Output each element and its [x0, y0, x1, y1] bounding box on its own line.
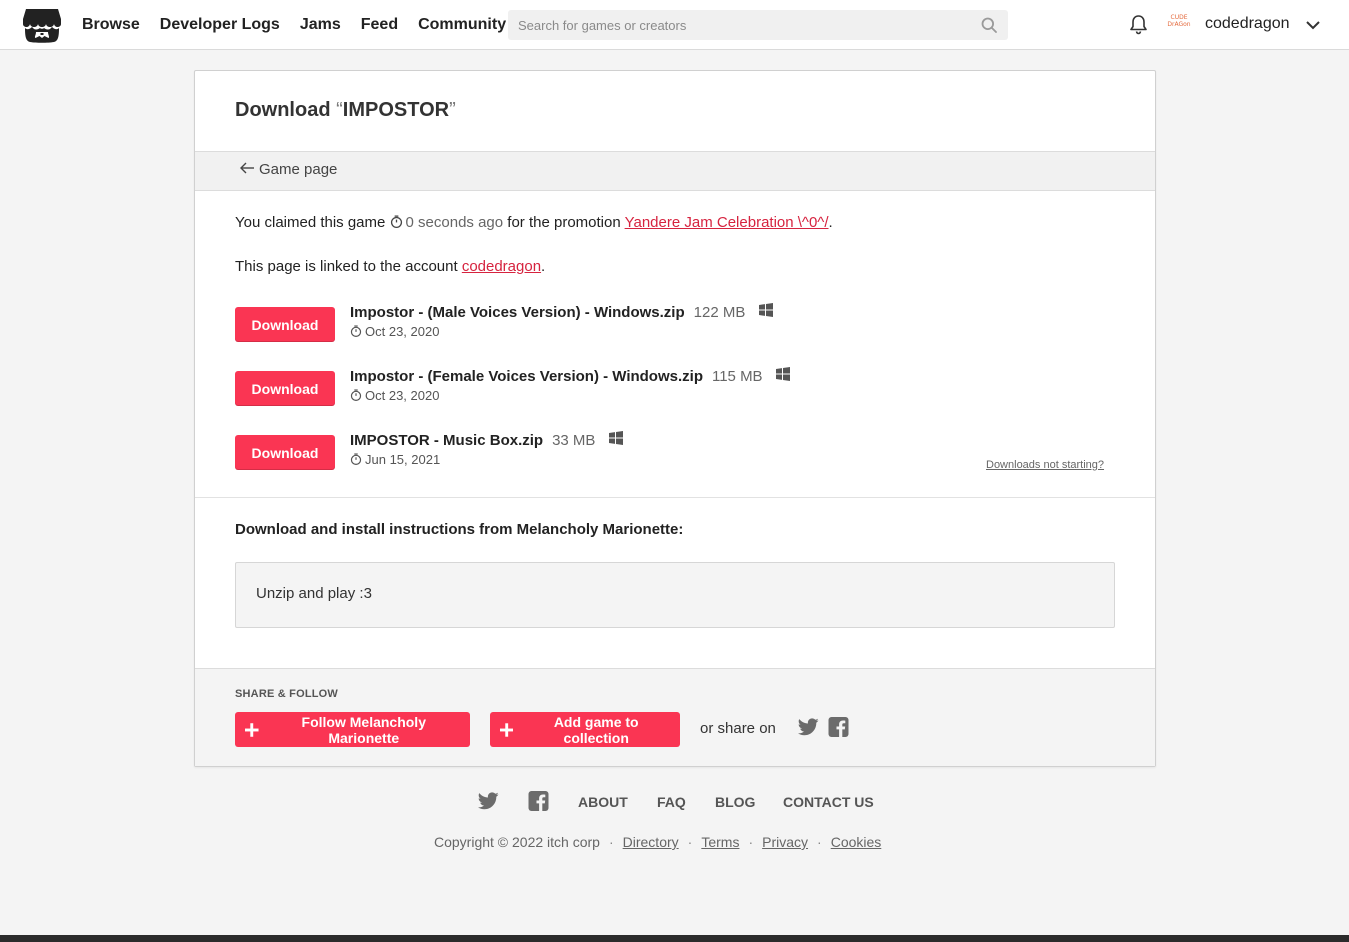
- back-to-game-page-link[interactable]: Game page: [239, 161, 337, 178]
- twitter-icon[interactable]: [478, 792, 499, 810]
- footer-about-link[interactable]: ABOUT: [578, 794, 628, 810]
- file-name: Impostor - (Female Voices Version) - Win…: [350, 367, 790, 385]
- search-input[interactable]: [508, 10, 978, 40]
- linked-text: This page is linked to the account: [235, 258, 458, 275]
- footer-privacy-link[interactable]: Privacy: [762, 834, 808, 850]
- footer-links: ABOUT FAQ BLOG CONTACT US: [0, 790, 1349, 814]
- nav-community[interactable]: Community: [418, 16, 506, 34]
- download-row: Download Impostor - (Male Voices Version…: [235, 303, 1115, 347]
- main-nav: Browse Developer Logs Jams Feed Communit…: [82, 0, 526, 50]
- stopwatch-icon: [390, 215, 402, 228]
- linked-account-link[interactable]: codedragon: [462, 258, 541, 275]
- search-icon[interactable]: [981, 17, 997, 33]
- download-card: Download “IMPOSTOR” Game page You claime…: [194, 70, 1156, 767]
- windows-icon: [608, 431, 623, 445]
- arrow-left-icon: [240, 162, 254, 174]
- claim-end: .: [828, 214, 833, 231]
- separator: ·: [608, 834, 614, 850]
- stopwatch-icon: [350, 325, 362, 337]
- file-name-text: IMPOSTOR - Music Box.zip: [350, 432, 544, 449]
- nav-browse[interactable]: Browse: [82, 16, 140, 34]
- footer-directory-link[interactable]: Directory: [623, 834, 679, 850]
- file-date-text: Oct 23, 2020: [365, 388, 440, 403]
- footer-blog-link[interactable]: BLOG: [715, 794, 755, 810]
- stopwatch-icon: [350, 453, 362, 465]
- plus-icon: [500, 722, 514, 737]
- file-date: Jun 15, 2021: [350, 452, 440, 467]
- user-name[interactable]: codedragon: [1205, 15, 1290, 33]
- footer-copyright: Copyright © 2022 itch corp · Directory · Ter…: [434, 834, 881, 850]
- footer-cookies-link[interactable]: Cookies: [831, 834, 882, 850]
- footer-faq-link[interactable]: FAQ: [657, 794, 686, 810]
- file-name-text: Impostor - (Male Voices Version) - Windo…: [350, 304, 685, 321]
- claim-text: You claimed this game: [235, 214, 386, 231]
- title-open-quote: “: [336, 99, 343, 121]
- download-button[interactable]: Download: [235, 371, 335, 406]
- game-name: IMPOSTOR: [342, 99, 450, 121]
- separator: ·: [687, 834, 693, 850]
- follow-creator-label: Follow Melancholy Marionette: [301, 713, 426, 746]
- nav-feed[interactable]: Feed: [361, 16, 398, 34]
- notifications-bell-icon[interactable]: [1129, 14, 1148, 35]
- file-date: Oct 23, 2020: [350, 324, 439, 339]
- file-name: IMPOSTOR - Music Box.zip 33 MB: [350, 431, 623, 449]
- page-title: Download “IMPOSTOR”: [235, 99, 456, 122]
- bottom-edge-bar: [0, 935, 1349, 942]
- windows-icon: [775, 367, 790, 381]
- chevron-down-icon[interactable]: [1305, 17, 1321, 33]
- download-button[interactable]: Download: [235, 435, 335, 470]
- footer-terms-link[interactable]: Terms: [701, 834, 739, 850]
- claim-notice: You claimed this game 0 seconds ago for …: [235, 214, 833, 231]
- file-name: Impostor - (Male Voices Version) - Windo…: [350, 303, 773, 321]
- file-size: 115 MB: [711, 368, 763, 385]
- file-size: 122 MB: [693, 304, 746, 321]
- download-button[interactable]: Download: [235, 307, 335, 342]
- download-row: Download Impostor - (Female Voices Versi…: [235, 367, 1115, 411]
- separator: ·: [748, 834, 754, 850]
- facebook-icon[interactable]: [528, 791, 549, 811]
- breadcrumb: Game page: [195, 151, 1155, 191]
- windows-icon: [758, 303, 773, 317]
- promotion-link[interactable]: Yandere Jam Celebration \^0^/: [625, 214, 829, 231]
- share-follow-label: SHARE & FOLLOW: [235, 688, 339, 700]
- top-bar: Browse Developer Logs Jams Feed Communit…: [0, 0, 1349, 50]
- section-divider: [195, 497, 1155, 498]
- twitter-icon[interactable]: [798, 718, 819, 736]
- title-close-quote: ”: [449, 99, 456, 121]
- or-share-on-label: or share on: [700, 720, 776, 737]
- add-to-collection-button[interactable]: Add game to collection: [490, 712, 680, 747]
- search-box: [508, 10, 1008, 40]
- footer-contact-link[interactable]: CONTACT US: [783, 794, 874, 810]
- file-size: 33 MB: [552, 432, 596, 449]
- share-follow-section: SHARE & FOLLOW Follow Melancholy Marione…: [195, 668, 1155, 766]
- downloads-not-starting-link[interactable]: Downloads not starting?: [986, 459, 1104, 471]
- instructions-box: Unzip and play :3: [235, 562, 1115, 628]
- download-row: Download IMPOSTOR - Music Box.zip 33 MB J…: [235, 431, 1115, 475]
- linked-account-notice: This page is linked to the account coded…: [235, 258, 545, 275]
- claim-time: 0 seconds ago: [405, 214, 504, 231]
- instructions-title: Download and install instructions from M…: [235, 521, 684, 538]
- file-name-text: Impostor - (Female Voices Version) - Win…: [350, 368, 703, 385]
- nav-developer-logs[interactable]: Developer Logs: [160, 16, 280, 34]
- stopwatch-icon: [350, 389, 362, 401]
- copyright-text: Copyright © 2022 itch corp: [434, 834, 600, 850]
- file-date-text: Oct 23, 2020: [365, 324, 440, 339]
- title-prefix: Download: [235, 99, 337, 121]
- linked-end: .: [541, 258, 546, 275]
- user-avatar[interactable]: CUDE DrAGon: [1166, 14, 1192, 36]
- back-link-label: Game page: [259, 161, 338, 178]
- claim-mid: for the promotion: [507, 214, 621, 231]
- instructions-body: Unzip and play :3: [256, 585, 372, 602]
- follow-creator-button[interactable]: Follow Melancholy Marionette: [235, 712, 470, 747]
- facebook-icon[interactable]: [828, 717, 849, 737]
- plus-icon: [245, 722, 259, 737]
- nav-jams[interactable]: Jams: [300, 16, 341, 34]
- separator: ·: [817, 834, 822, 850]
- itch-logo-icon[interactable]: [22, 7, 62, 43]
- file-date: Oct 23, 2020: [350, 388, 439, 403]
- add-to-collection-label: Add game to collection: [553, 713, 639, 746]
- file-date-text: Jun 15, 2021: [365, 452, 441, 467]
